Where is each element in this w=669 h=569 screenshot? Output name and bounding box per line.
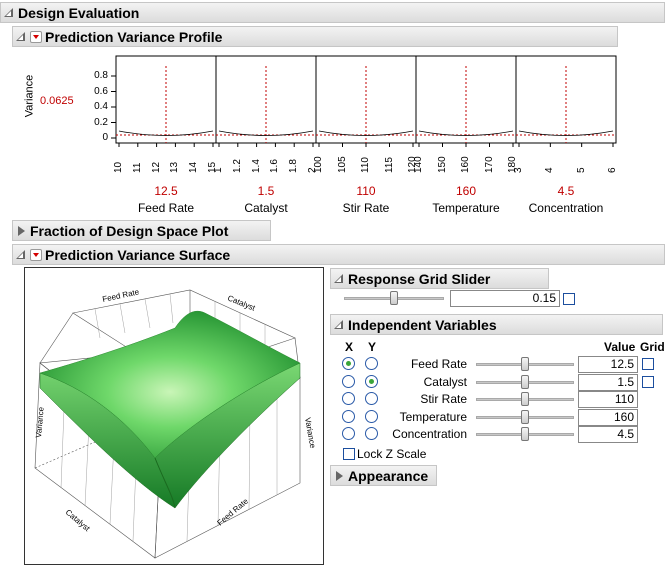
profiler-x-tick: 1 [213, 167, 224, 173]
profiler-x-tick: 3 [513, 167, 524, 173]
factor-current-value[interactable]: 1.5 [216, 184, 316, 198]
disclosure-closed-icon[interactable] [333, 470, 345, 482]
factor-name-label: Concentration [528, 201, 604, 215]
profiler-x-tick: 10 [113, 161, 124, 173]
prediction-variance-surface-header[interactable]: Prediction Variance Surface [12, 244, 665, 265]
surface-bottom-catalyst-label: Catalyst [64, 508, 93, 534]
col-x-header: X [345, 340, 354, 354]
disclosure-closed-icon[interactable] [15, 225, 27, 237]
factor-name-label: Catalyst [244, 201, 288, 215]
lock-z-scale-checkbox[interactable] [343, 448, 355, 460]
disclosure-open-icon[interactable] [15, 31, 27, 43]
col-value-header: Value [604, 340, 636, 354]
appearance-header[interactable]: Appearance [330, 465, 437, 486]
disclosure-open-icon[interactable] [333, 273, 345, 285]
surface-left-variance-label: Variance [34, 406, 46, 438]
surface-top-feed-rate-label: Feed Rate [102, 287, 141, 304]
disclosure-open-icon[interactable] [333, 319, 345, 331]
factor-name-label: Feed Rate [137, 201, 195, 215]
profiler-x-tick: 11 [131, 162, 143, 173]
variable-value-field[interactable]: 1.5 [578, 373, 638, 391]
profiler-x-tick: 6 [607, 167, 618, 173]
variable-name: Stir Rate [420, 392, 467, 406]
profiler-x-tick: 150 [436, 156, 448, 173]
variance-profiler: Variance 0.0625 0.8 0.6 0.4 0.2 0 10 11 12 13 14… [0, 50, 620, 220]
prediction-variance-profile-header[interactable]: Prediction Variance Profile [12, 26, 618, 47]
variable-value-field[interactable]: 160 [578, 408, 638, 426]
factor-current-value[interactable]: 160 [416, 184, 516, 198]
factor-name-label: Stir Rate [342, 201, 390, 215]
response-grid-slider-title: Response Grid Slider [348, 270, 491, 287]
profiler-x-tick: 160 [460, 156, 471, 173]
profiler-x-tick: 14 [188, 161, 200, 173]
profiler-x-tick: 105 [336, 156, 348, 173]
profiler-x-tick: 5 [575, 167, 587, 173]
surface-right-variance-label: Variance [303, 417, 317, 450]
independent-variables-title: Independent Variables [348, 316, 497, 333]
response-grid-slider-thumb[interactable] [390, 291, 398, 305]
response-grid-value[interactable]: 0.15 [450, 290, 560, 307]
prediction-variance-surface-title: Prediction Variance Surface [45, 246, 231, 263]
variable-value-field[interactable]: 110 [578, 391, 638, 408]
factor-name-label: Temperature [432, 201, 500, 215]
variable-name: Feed Rate [410, 357, 467, 371]
prediction-variance-profile-title: Prediction Variance Profile [45, 28, 223, 45]
variable-slider-thumb[interactable] [521, 427, 529, 441]
variable-value-field[interactable]: 4.5 [578, 426, 638, 443]
independent-variables-header[interactable]: Independent Variables [330, 314, 663, 335]
fraction-design-space-header[interactable]: Fraction of Design Space Plot [12, 220, 271, 241]
red-triangle-menu-icon[interactable] [30, 248, 42, 261]
fraction-design-space-title: Fraction of Design Space Plot [30, 222, 229, 239]
profiler-x-tick: 140 [413, 156, 424, 173]
red-triangle-menu-icon[interactable] [30, 30, 42, 43]
profiler-x-tick: 4 [544, 167, 556, 173]
variable-name: Concentration [392, 427, 467, 441]
appearance-title: Appearance [348, 467, 429, 484]
factor-current-value[interactable]: 4.5 [516, 184, 616, 198]
col-y-header: Y [368, 340, 377, 354]
response-grid-slider-header[interactable]: Response Grid Slider [330, 268, 549, 289]
disclosure-open-icon[interactable] [3, 7, 15, 19]
variable-name: Catalyst [423, 374, 467, 389]
variable-name: Temperature [399, 409, 467, 424]
x-radio[interactable] [342, 409, 355, 423]
surface-bottom-feed-rate-label: Feed Rate [216, 496, 251, 527]
col-grid-header: Grid [640, 340, 665, 354]
surface-plot[interactable]: Feed Rate Catalyst Variance Variance Cat… [25, 268, 323, 564]
profiler-x-tick: 115 [383, 157, 395, 173]
factor-current-value[interactable]: 12.5 [116, 184, 216, 198]
x-radio[interactable] [342, 427, 355, 440]
x-radio[interactable] [342, 374, 355, 388]
profiler-x-tick: 1.8 [288, 159, 300, 173]
profiler-x-tick: 1.2 [231, 159, 243, 173]
x-radio[interactable] [342, 392, 355, 405]
variable-slider-thumb[interactable] [521, 409, 529, 424]
design-evaluation-header[interactable]: Design Evaluation [0, 2, 665, 23]
profiler-x-tick: 1.4 [250, 159, 262, 173]
lock-z-scale-label: Lock Z Scale [357, 447, 427, 461]
profiler-x-tick: 1.6 [269, 159, 281, 173]
variable-grid-checkbox[interactable] [642, 375, 654, 388]
profiler-x-tick: 13 [169, 161, 181, 173]
variable-slider-thumb[interactable] [521, 374, 529, 389]
profiler-x-tick: 12 [150, 161, 162, 173]
profiler-x-tick: 170 [483, 156, 495, 173]
profiler-x-tick: 100 [313, 156, 324, 173]
surface-top-catalyst-label: Catalyst [226, 294, 257, 313]
design-evaluation-title: Design Evaluation [18, 4, 140, 21]
variable-grid-checkbox[interactable] [642, 358, 654, 370]
variable-slider-thumb[interactable] [521, 357, 529, 371]
factor-current-value[interactable]: 110 [316, 184, 416, 198]
profiler-x-tick: 110 [360, 157, 371, 173]
disclosure-open-icon[interactable] [15, 249, 27, 261]
x-radio[interactable] [342, 357, 355, 370]
variable-slider-thumb[interactable] [521, 392, 529, 406]
variable-value-field[interactable]: 12.5 [578, 356, 638, 373]
surface-plot-frame[interactable]: Feed Rate Catalyst Variance Variance Cat… [24, 267, 324, 565]
response-grid-checkbox[interactable] [563, 293, 575, 305]
